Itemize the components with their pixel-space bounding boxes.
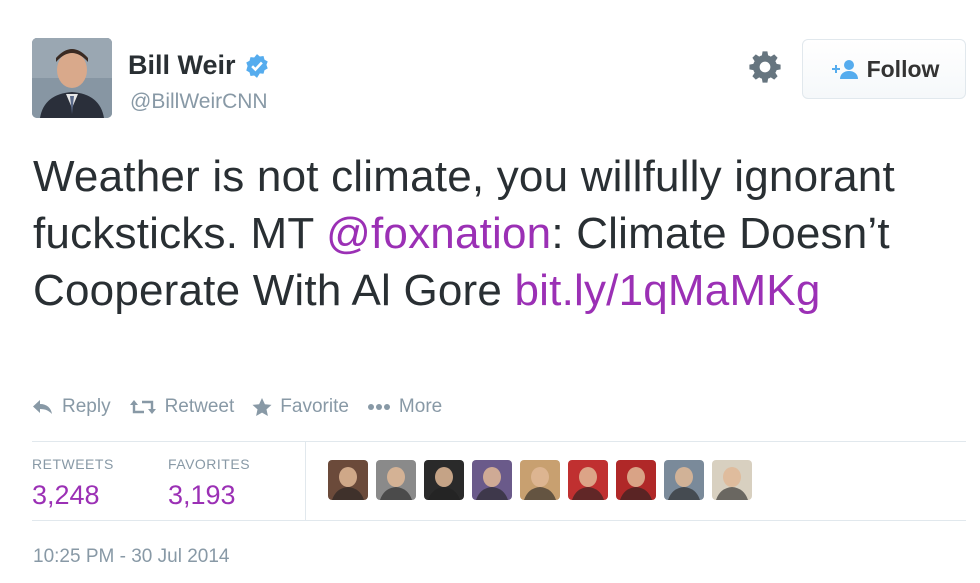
favoriter-avatar[interactable] [424,460,464,500]
star-icon [252,397,272,416]
tweet-text: Weather is not climate, you willfully ig… [33,148,953,319]
tweet-timestamp[interactable]: 10:25 PM - 30 Jul 2014 [33,546,229,568]
user-name-row[interactable]: Bill Weir [128,50,270,81]
follow-label: Follow [866,55,940,82]
favoriter-avatar[interactable] [664,460,704,500]
favoriter-avatar[interactable] [712,460,752,500]
favoriter-avatar[interactable] [616,460,656,500]
gear-icon[interactable] [748,50,782,84]
user-handle[interactable]: @BillWeirCNN [130,90,268,114]
retweet-label: Retweet [164,396,235,417]
stats-top-divider [32,441,966,442]
favoriter-avatar[interactable] [472,460,512,500]
favoriter-avatars [328,460,760,500]
follow-button[interactable]: Follow [802,39,966,99]
user-name[interactable]: Bill Weir [128,50,236,81]
favorite-label: Favorite [280,396,349,417]
favoriter-avatar[interactable] [568,460,608,500]
mention-link[interactable]: @foxnation [326,209,551,258]
favorite-button[interactable]: Favorite [252,396,349,418]
retweets-count: 3,248 [32,480,100,510]
reply-icon [33,400,52,414]
favorites-stat[interactable]: FAVORITES 3,193 [168,456,250,511]
retweets-stat[interactable]: RETWEETS 3,248 [32,456,114,511]
retweet-button[interactable]: Retweet [129,396,235,418]
profile-photo [32,38,112,118]
retweet-icon [129,400,156,414]
favorites-label: FAVORITES [168,456,251,472]
reply-label: Reply [62,396,111,417]
favoriter-avatar[interactable] [376,460,416,500]
profile-avatar[interactable] [32,38,112,118]
more-button[interactable]: More [367,396,442,418]
favoriter-avatar[interactable] [520,460,560,500]
favorites-count: 3,193 [168,480,236,510]
tweet-actions: Reply Retweet Favorite More [32,396,460,418]
favoriter-avatar[interactable] [328,460,368,500]
more-dots-icon [367,404,390,410]
url-link[interactable]: bit.ly/1qMaMKg [515,266,821,315]
reply-button[interactable]: Reply [32,396,111,418]
stats-bottom-divider [32,520,966,521]
stats-vertical-divider [305,442,306,520]
more-label: More [398,396,443,417]
person-plus-icon [831,60,858,79]
retweets-label: RETWEETS [32,456,114,472]
verified-badge-icon [245,53,268,78]
